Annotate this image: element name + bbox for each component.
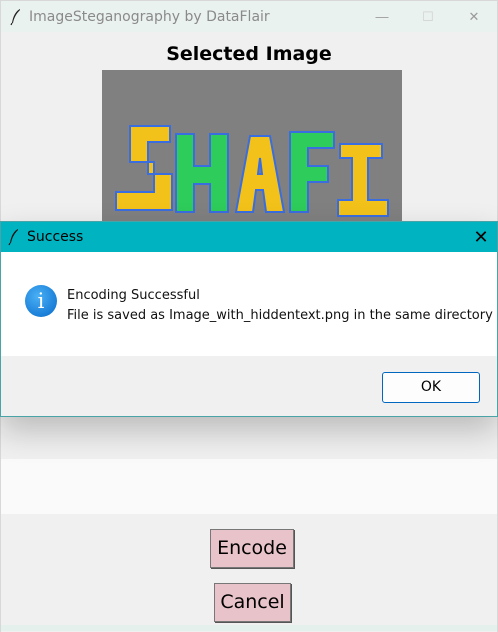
feather-icon: [8, 229, 18, 246]
dialog-titlebar[interactable]: Success ✕: [1, 222, 497, 252]
minimize-button[interactable]: —: [359, 1, 405, 32]
message-detail: File is saved as Image_with_hiddentext.p…: [67, 308, 493, 323]
dialog-title: Success: [27, 229, 84, 245]
info-icon: i: [25, 285, 57, 317]
dialog-body: i Encoding Successful File is saved as I…: [1, 252, 497, 356]
close-button[interactable]: ✕: [451, 1, 497, 32]
maximize-button[interactable]: ☐: [405, 1, 451, 32]
success-dialog: Success ✕ i Encoding Successful File is …: [0, 221, 498, 417]
selected-image-heading: Selected Image: [166, 43, 332, 65]
dialog-footer: OK: [1, 356, 497, 416]
encode-button[interactable]: Encode: [210, 529, 294, 568]
message-heading: Encoding Successful: [67, 288, 200, 303]
main-titlebar[interactable]: ImageSteganography by DataFlair — ☐ ✕: [1, 1, 497, 32]
bottom-strip: [1, 625, 497, 631]
window-controls: — ☐ ✕: [359, 1, 497, 32]
shafi-artwork: [102, 70, 402, 222]
ok-button[interactable]: OK: [382, 372, 480, 403]
selected-image-preview: [102, 70, 402, 222]
dialog-close-button[interactable]: ✕: [467, 222, 495, 252]
feather-icon: [10, 8, 20, 25]
window-title: ImageSteganography by DataFlair: [29, 8, 270, 25]
cancel-button[interactable]: Cancel: [214, 583, 291, 622]
image-area-lower: [1, 459, 497, 514]
